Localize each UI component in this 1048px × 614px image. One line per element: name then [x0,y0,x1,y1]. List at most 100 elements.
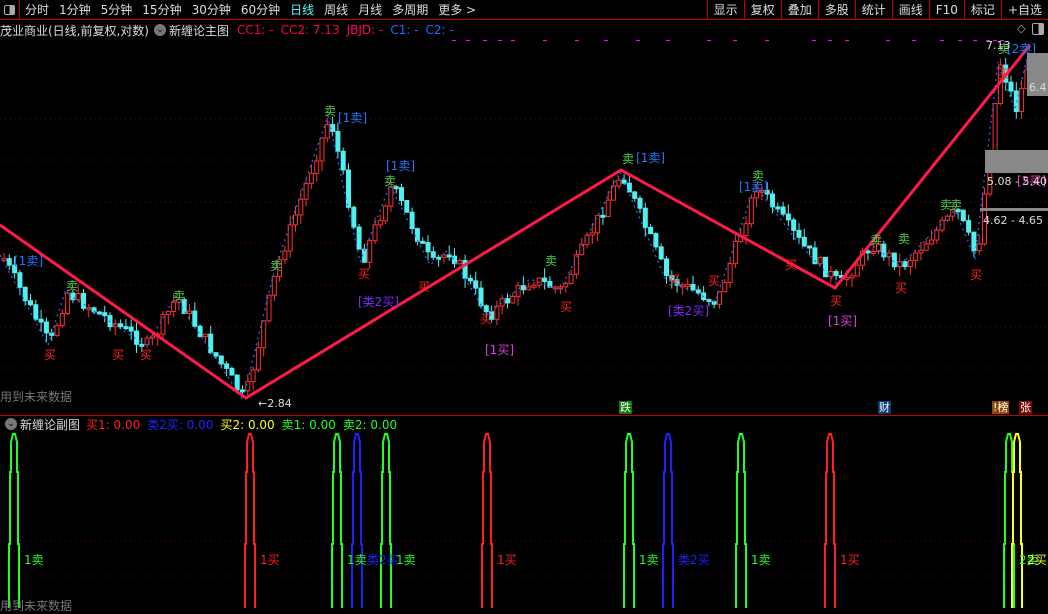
marker-dot [912,40,916,41]
diamond-icon[interactable]: ◇ [1017,22,1025,35]
candlestick [785,213,791,221]
candlestick [717,291,722,305]
period-tab[interactable]: 周线 [319,1,353,18]
candlestick [536,277,542,286]
candlestick [128,326,134,332]
period-tab[interactable]: 月线 [353,1,387,18]
candlestick [526,286,532,291]
toolbar-button[interactable]: +自选 [1000,0,1048,20]
candlestick [261,320,267,349]
period-tab[interactable]: 1分钟 [54,1,96,18]
spike-label: 类2买 [678,553,710,567]
news-tag[interactable]: 财 [878,401,891,414]
candlestick [870,250,876,254]
sub-future-data-note: 用到未来数据 [0,599,73,613]
panel-toggle-icon[interactable] [1032,23,1044,35]
low-value: 2.84 [267,397,292,410]
period-tab[interactable]: 更多 > [433,1,481,18]
signal-spike [735,433,747,608]
signal-label: [1卖] [338,111,367,125]
signal-label: 卖 [898,232,911,246]
sub-indicator-dropdown-icon[interactable]: ⌄ [5,418,17,430]
marker-dot [765,40,769,41]
candlestick [425,242,431,253]
candlestick [642,207,648,228]
candlestick [923,243,929,251]
signal-spike [8,433,20,608]
toolbar-button[interactable]: 复权 [743,0,781,20]
toolbar-button[interactable]: 叠加 [780,0,818,20]
marker-dot [498,40,502,41]
period-tab[interactable]: 15分钟 [137,1,186,18]
candlestick [992,103,998,156]
sub-indicator-name[interactable]: 新缠论副图 [20,416,80,433]
candlestick [589,232,595,236]
signal-label: [1卖] [636,151,665,165]
candlestick [467,277,473,282]
indicator-name[interactable]: 新缠论主图 [169,22,229,39]
candlestick [865,250,871,254]
news-tag[interactable]: !榜 [992,401,1010,414]
candlestick [335,130,341,152]
signal-label: 卖 [870,233,883,247]
marker-dot [958,40,962,41]
signal-label: 买 [418,280,431,294]
signal-label: 卖 [622,152,635,166]
candlestick [245,381,251,392]
candlestick [976,243,982,252]
candlestick [520,285,526,291]
signal-label: 买 [970,268,983,282]
indicator-value: C2: - [425,23,454,37]
toolbar-button[interactable]: 统计 [854,0,892,20]
candlestick [420,240,426,244]
signal-spike [662,433,674,608]
signal-spike [331,433,343,608]
period-tab[interactable]: 日线 [285,1,319,18]
main-chart[interactable] [0,40,1048,415]
period-tab[interactable]: 分时 [20,1,54,18]
marker-dot [845,40,849,41]
news-tag[interactable]: 跌 [619,401,632,414]
toolbar-button[interactable]: 显示 [706,0,744,20]
signal-label: 买 [112,348,125,362]
spike-label: 1卖 [751,553,771,567]
candlestick [319,137,325,162]
candlestick [1019,88,1025,113]
candlestick [224,363,230,369]
candlestick [255,347,261,371]
sidebar-toggle-button[interactable] [0,0,20,20]
toolbar-button[interactable]: 多股 [817,0,855,20]
toolbar-button[interactable]: 标记 [963,0,1001,20]
main-info-bar: 茂业商业(日线,前复权,对数) ⌄ 新缠论主图 CC1: - CC2: 7.13 J… [0,21,461,39]
candlestick [17,272,23,288]
candlestick [197,325,203,338]
candlestick [966,220,972,233]
period-tab[interactable]: 60分钟 [236,1,285,18]
period-tab[interactable]: 多周期 [387,1,433,18]
marker-dot [666,40,670,41]
candlestick [891,252,897,268]
candlestick [218,355,224,365]
indicator-dropdown-icon[interactable]: ⌄ [154,24,166,36]
candlestick [473,280,479,289]
candlestick [568,273,574,284]
toolbar-button[interactable]: F10 [928,0,964,20]
candlestick [340,150,346,171]
candlestick [632,191,638,199]
candlestick [414,228,420,242]
candlestick [234,374,240,391]
candlestick [377,220,383,226]
toolbar-button[interactable]: 画线 [891,0,929,20]
period-tab[interactable]: 5分钟 [96,1,138,18]
signal-label: 卖 [66,279,79,293]
candlestick [478,287,484,307]
candlestick [690,284,696,291]
sub-chart[interactable] [0,432,1048,608]
candlestick [637,197,643,209]
candlestick [775,206,781,210]
candlestick [833,270,839,277]
signal-label: [1卖] [386,159,415,173]
period-tab[interactable]: 30分钟 [187,1,236,18]
candlestick [770,193,775,208]
news-tag[interactable]: 张 [1019,401,1032,414]
